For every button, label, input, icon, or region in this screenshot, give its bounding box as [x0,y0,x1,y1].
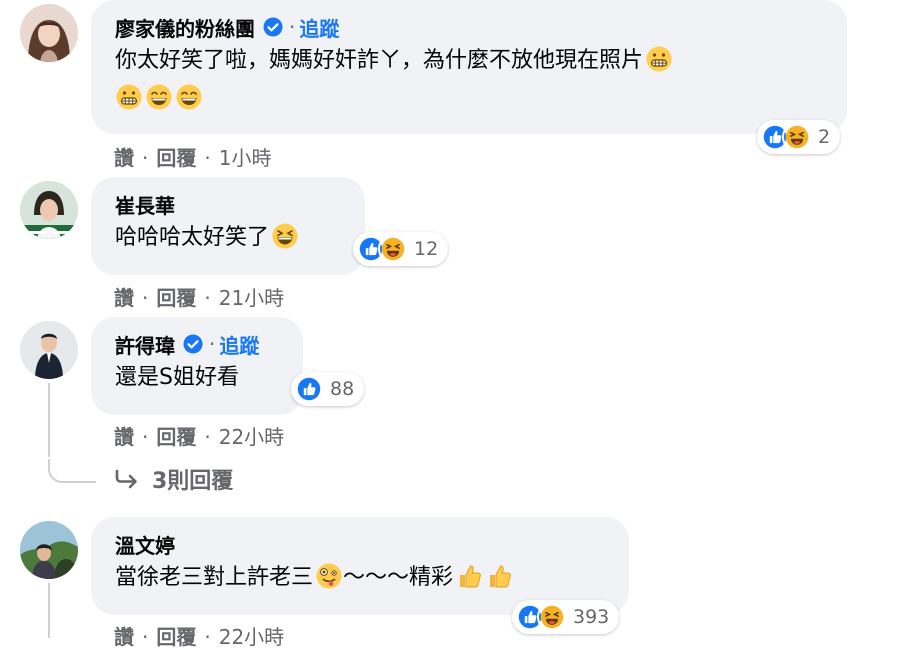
separator: · [142,625,149,649]
comment-actions: 讚 · 回覆 · 22小時 [114,621,284,650]
separator: · [209,332,216,356]
reaction-count: 88 [330,378,355,400]
comment-text-body: 哈哈哈太好笑了 [115,225,270,250]
reply-arrow-icon [115,469,137,489]
reaction-count: 393 [573,606,610,628]
commenter-name[interactable]: 溫文婷 [115,530,175,559]
comment-text-body: 當徐老三對上許老三 [115,565,314,590]
verified-badge-icon [183,334,203,354]
reply-link[interactable]: 回覆 [156,425,196,449]
comment-text-tail: ～～～精彩 [343,565,454,590]
beaming-face-icon [175,83,203,111]
comment-bubble: 許得瑋 · 追蹤 還是S姐好看 [91,317,303,415]
avatar[interactable] [20,321,78,379]
like-link[interactable]: 讚 [114,146,134,170]
commenter-name[interactable]: 廖家儀的粉絲團 [115,13,255,42]
grinning-squinting-face-icon [271,222,299,250]
separator: · [289,15,296,39]
thumbs-up-icon [455,562,483,590]
grimacing-face-icon [115,83,143,111]
comment-bubble: 崔長華 哈哈哈太好笑了 [91,177,365,275]
avatar[interactable] [20,181,78,239]
timestamp[interactable]: 22小時 [219,625,284,649]
separator: · [142,425,149,449]
view-replies-link[interactable]: 3則回覆 [114,463,233,495]
haha-reaction-icon [782,122,812,152]
reply-thread-line [48,383,50,457]
comment-text-body: 你太好笑了啦，媽媽好奸詐ㄚ，為什麼不放他現在照片 [115,48,644,73]
reply-link[interactable]: 回覆 [156,286,196,310]
separator: · [204,146,211,170]
comment-text: 你太好笑了啦，媽媽好奸詐ㄚ，為什麼不放他現在照片 [115,42,827,118]
like-reaction-icon [294,374,324,404]
reply-link[interactable]: 回覆 [156,146,196,170]
separator: · [204,286,211,310]
avatar[interactable] [20,4,78,62]
reply-link[interactable]: 回覆 [156,625,196,649]
avatar[interactable] [20,521,78,579]
beaming-face-icon [145,83,173,111]
comment-actions: 讚 · 回覆 · 22小時 [114,421,284,450]
like-link[interactable]: 讚 [114,425,134,449]
reaction-count: 12 [414,238,439,260]
haha-reaction-icon [378,234,408,264]
commenter-name[interactable]: 崔長華 [115,190,175,219]
follow-link[interactable]: 追蹤 [299,13,339,42]
commenter-name[interactable]: 許得瑋 [115,330,175,359]
reaction-count: 2 [818,126,831,148]
timestamp[interactable]: 21小時 [219,286,284,310]
zany-face-icon [315,562,343,590]
reply-thread-line-bottom [48,583,50,638]
separator: · [204,425,211,449]
like-link[interactable]: 讚 [114,286,134,310]
timestamp[interactable]: 22小時 [219,425,284,449]
grimacing-face-icon [645,45,673,73]
reactions-summary[interactable]: 88 [291,372,365,406]
view-replies-label: 3則回覆 [152,469,234,494]
comment-actions: 讚 · 回覆 · 1小時 [114,142,271,171]
thumbs-up-icon [485,562,513,590]
comment-text: 當徐老三對上許老三 ～～～精彩 [115,559,605,597]
comment-bubble: 廖家儀的粉絲團 · 追蹤 你太好笑了啦，媽媽好奸詐ㄚ，為什麼不放他現在照片 [91,0,847,134]
like-link[interactable]: 讚 [114,625,134,649]
timestamp[interactable]: 1小時 [219,146,272,170]
reply-thread-corner [48,459,96,483]
separator: · [142,146,149,170]
reactions-summary[interactable]: 2 [757,120,841,154]
follow-link[interactable]: 追蹤 [219,330,259,359]
separator: · [204,625,211,649]
comment-text: 哈哈哈太好笑了 [115,219,341,257]
verified-badge-icon [263,17,283,37]
reactions-summary[interactable]: 393 [512,600,620,634]
haha-reaction-icon [537,602,567,632]
comment-actions: 讚 · 回覆 · 21小時 [114,282,284,311]
reactions-summary[interactable]: 12 [353,232,449,266]
separator: · [142,286,149,310]
comment-text: 還是S姐好看 [115,365,239,390]
